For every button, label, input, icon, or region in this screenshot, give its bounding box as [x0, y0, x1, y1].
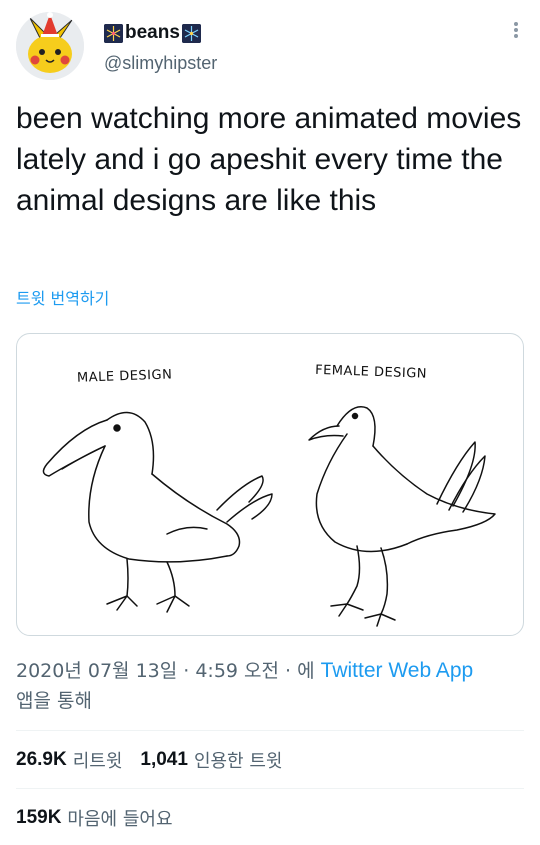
- quotes-count[interactable]: 1,041: [140, 749, 188, 771]
- likes-label[interactable]: 마음에 들어요: [67, 805, 172, 831]
- tweet-metadata: 2020년 07월 13일 · 4:59 오전 · 에 Twitter Web …: [16, 656, 524, 716]
- timestamp[interactable]: 2020년 07월 13일 · 4:59 오전 · 에: [16, 660, 321, 682]
- display-name-text: beans: [125, 22, 180, 43]
- fireworks-icon: [104, 23, 123, 43]
- quotes-label[interactable]: 인용한 트윗: [194, 747, 283, 773]
- source-app-link[interactable]: Twitter Web App: [321, 659, 474, 682]
- user-handle[interactable]: @slimyhipster: [104, 53, 217, 74]
- engagement-stats: 26.9K 리트윗 1,041 인용한 트윗: [16, 745, 300, 775]
- divider: [16, 730, 524, 731]
- retweets-label[interactable]: 리트윗: [73, 747, 123, 773]
- tweet-text: been watching more animated movies latel…: [16, 102, 522, 217]
- female-bird-drawing: [308, 406, 496, 627]
- female-design-caption: FEMALE DESIGN: [315, 363, 427, 382]
- likes-count[interactable]: 159K: [16, 807, 61, 829]
- pikachu-avatar-icon: [16, 12, 84, 80]
- retweets-count[interactable]: 26.9K: [16, 749, 67, 771]
- fireworks-icon: [181, 23, 201, 43]
- display-name[interactable]: beans: [104, 20, 201, 46]
- divider: [16, 788, 524, 789]
- source-suffix: 앱을 통해: [16, 690, 92, 712]
- likes-stat: 159K 마음에 들어요: [16, 803, 173, 833]
- avatar[interactable]: [16, 12, 84, 80]
- more-options-icon[interactable]: [508, 20, 524, 40]
- translate-tweet-link[interactable]: 트윗 번역하기: [16, 285, 109, 309]
- male-design-caption: MALE DESIGN: [77, 367, 173, 385]
- tweet-header: beans @slimyhipster: [16, 10, 524, 80]
- male-bird-drawing: [42, 411, 273, 613]
- tweet-image[interactable]: MALE DESIGN FEMALE DESIGN: [16, 333, 524, 636]
- bird-design-comic: MALE DESIGN FEMALE DESIGN: [42, 363, 496, 627]
